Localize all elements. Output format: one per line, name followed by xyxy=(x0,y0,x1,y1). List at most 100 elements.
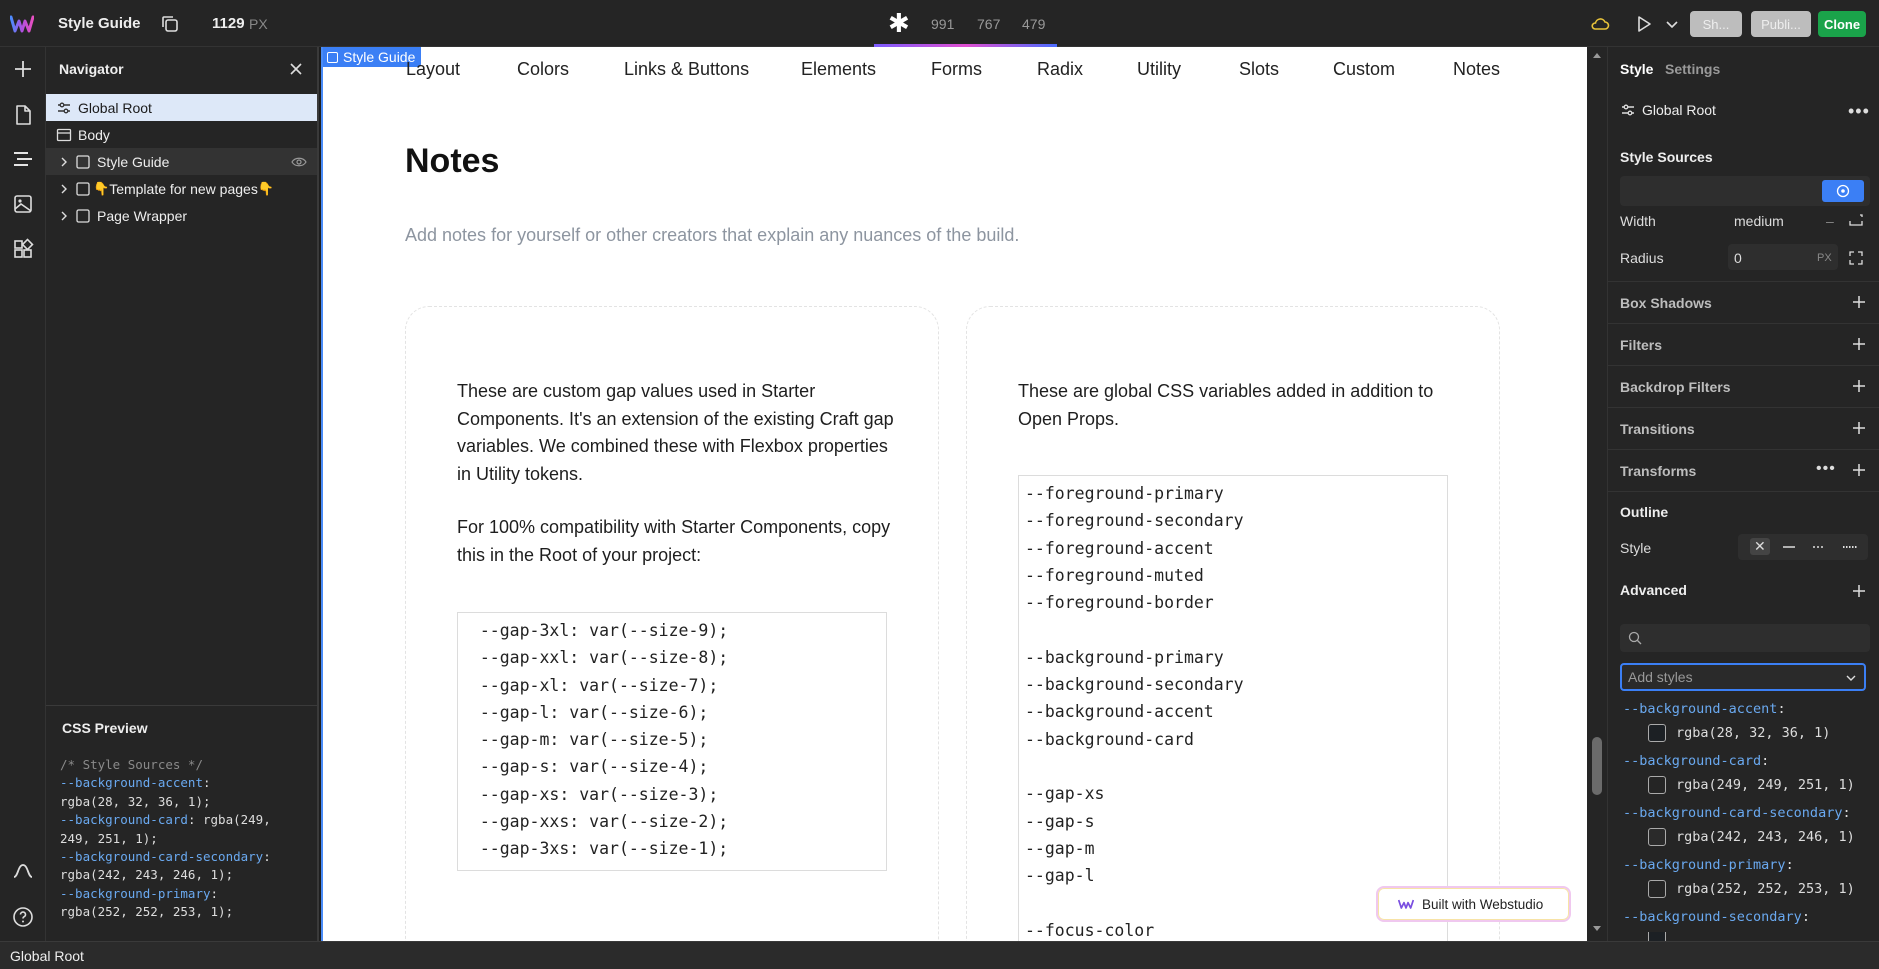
css-value: rgba(252, 252, 253, 1); xyxy=(60,904,234,920)
close-icon[interactable] xyxy=(288,61,304,77)
tree-item-body[interactable]: Body xyxy=(46,121,317,148)
css-preview-code[interactable]: /* Style Sources */ --background-accent:… xyxy=(60,756,271,922)
nav-link-layout[interactable]: Layout xyxy=(406,59,460,80)
tree-item-template[interactable]: 👇 Template for new pages 👇 xyxy=(46,175,317,202)
advanced-search-input[interactable] xyxy=(1620,624,1870,652)
pages-copy-icon[interactable] xyxy=(160,14,180,34)
plus-icon[interactable] xyxy=(1851,462,1867,478)
advanced-title[interactable]: Advanced xyxy=(1620,582,1687,598)
width-value[interactable]: medium xyxy=(1734,213,1784,229)
text-line: Components. It's an extension of the exi… xyxy=(457,408,894,429)
canvas[interactable]: Style Guide Layout Colors Links & Button… xyxy=(321,47,1587,941)
nav-link-radix[interactable]: Radix xyxy=(1037,59,1083,80)
chevron-down-icon[interactable] xyxy=(1844,671,1858,685)
nav-link-notes[interactable]: Notes xyxy=(1453,59,1500,80)
canvas-width-value[interactable]: 1129 xyxy=(212,15,245,32)
plus-icon[interactable] xyxy=(1851,294,1867,310)
section-box-shadows[interactable]: Box Shadows xyxy=(1608,281,1879,323)
breadcrumb[interactable]: Global Root xyxy=(10,948,84,964)
chevron-right-icon[interactable] xyxy=(57,182,71,196)
components-icon[interactable] xyxy=(11,237,35,261)
chevron-right-icon[interactable] xyxy=(57,155,71,169)
nav-link-elements[interactable]: Elements xyxy=(801,59,876,80)
color-swatch[interactable] xyxy=(1648,776,1666,794)
breakpoint-479[interactable]: 479 xyxy=(1022,16,1045,32)
help-icon[interactable] xyxy=(11,905,35,929)
cloud-sync-icon[interactable] xyxy=(1590,14,1610,34)
plus-icon[interactable] xyxy=(1851,420,1867,436)
tab-style[interactable]: Style xyxy=(1620,61,1653,77)
tree-item-page-wrapper[interactable]: Page Wrapper xyxy=(46,202,317,229)
plus-icon[interactable] xyxy=(1851,583,1867,599)
css-variable-value[interactable] xyxy=(1648,932,1676,941)
assets-image-icon[interactable] xyxy=(11,192,35,216)
breakpoint-991[interactable]: 991 xyxy=(931,16,954,32)
dotted-line-icon[interactable] xyxy=(1842,542,1858,552)
tree-item-style-guide[interactable]: Style Guide xyxy=(46,148,317,175)
nav-link-colors[interactable]: Colors xyxy=(517,59,569,80)
solid-line-icon[interactable] xyxy=(1782,542,1796,552)
scrollbar-thumb[interactable] xyxy=(1592,737,1602,795)
nav-link-custom[interactable]: Custom xyxy=(1333,59,1395,80)
share-button[interactable]: Sh... xyxy=(1690,11,1742,37)
radius-unit[interactable]: PX xyxy=(1817,252,1832,264)
nav-link-forms[interactable]: Forms xyxy=(931,59,982,80)
radius-corners-icon[interactable] xyxy=(1848,250,1864,266)
section-filters[interactable]: Filters xyxy=(1608,323,1879,365)
canvas-scrollbar[interactable] xyxy=(1587,47,1607,941)
publish-button[interactable]: Publi... xyxy=(1751,11,1811,37)
section-backdrop-filters[interactable]: Backdrop Filters xyxy=(1608,365,1879,407)
dashed-line-icon[interactable] xyxy=(1812,542,1826,552)
more-options-icon[interactable]: ••• xyxy=(1848,101,1870,122)
chevron-down-icon[interactable] xyxy=(1665,18,1679,32)
section-transforms[interactable]: Transforms ••• xyxy=(1608,449,1879,491)
css-variable-name[interactable]: --background-card: xyxy=(1623,753,1769,769)
pages-icon[interactable] xyxy=(11,103,35,127)
add-styles-input[interactable]: Add styles xyxy=(1620,663,1866,691)
ai-wave-icon[interactable] xyxy=(11,859,35,883)
outline-none-button[interactable]: ✕ xyxy=(1750,538,1770,555)
outline-title[interactable]: Outline xyxy=(1620,504,1668,520)
style-source-local-button[interactable] xyxy=(1822,180,1864,202)
navigator-icon[interactable] xyxy=(11,147,35,171)
add-icon[interactable] xyxy=(11,57,35,81)
css-variable-name[interactable]: --background-primary: xyxy=(1623,857,1794,873)
project-name[interactable]: Style Guide xyxy=(58,15,141,32)
breakpoint-767[interactable]: 767 xyxy=(977,16,1000,32)
radius-value[interactable]: 0 xyxy=(1734,250,1742,266)
color-swatch[interactable] xyxy=(1648,724,1666,742)
color-swatch[interactable] xyxy=(1648,828,1666,846)
css-variable-value[interactable]: rgba(252, 252, 253, 1) xyxy=(1648,880,1855,898)
css-variable-name[interactable]: --background-card-secondary: xyxy=(1623,805,1851,821)
css-variable-value[interactable]: rgba(249, 249, 251, 1) xyxy=(1648,776,1855,794)
css-variable-value[interactable]: rgba(28, 32, 36, 1) xyxy=(1648,724,1830,742)
nav-link-links-buttons[interactable]: Links & Buttons xyxy=(624,59,749,80)
clone-button[interactable]: Clone xyxy=(1818,11,1866,37)
eye-icon[interactable] xyxy=(291,154,307,170)
nav-link-slots[interactable]: Slots xyxy=(1239,59,1279,80)
section-label: Filters xyxy=(1620,337,1663,353)
color-swatch[interactable] xyxy=(1648,932,1666,941)
chevron-right-icon[interactable] xyxy=(57,209,71,223)
plus-icon[interactable] xyxy=(1851,378,1867,394)
color-swatch[interactable] xyxy=(1648,880,1666,898)
built-with-webstudio-badge[interactable]: Built with Webstudio xyxy=(1376,886,1571,922)
css-variable-value[interactable]: rgba(242, 243, 246, 1) xyxy=(1648,828,1855,846)
more-options-icon[interactable]: ••• xyxy=(1816,460,1836,478)
tree-item-global-root[interactable]: Global Root xyxy=(46,94,317,121)
scroll-up-icon[interactable] xyxy=(1592,51,1602,59)
gap-code-block[interactable]: --gap-3xl: var(--size-9); --gap-xxl: var… xyxy=(457,612,887,871)
preview-play-icon[interactable] xyxy=(1635,15,1653,33)
webstudio-logo-icon[interactable] xyxy=(10,12,34,36)
width-sides-icon[interactable] xyxy=(1848,213,1864,227)
section-transitions[interactable]: Transitions xyxy=(1608,407,1879,449)
base-breakpoint-icon[interactable]: ✱ xyxy=(888,9,910,37)
tree-item-label: Page Wrapper xyxy=(97,207,188,224)
plus-icon[interactable] xyxy=(1851,336,1867,352)
tab-settings[interactable]: Settings xyxy=(1665,61,1720,77)
css-variable-name[interactable]: --background-accent: xyxy=(1623,701,1786,717)
scroll-down-icon[interactable] xyxy=(1592,925,1602,933)
css-variable-name[interactable]: --background-secondary: xyxy=(1623,909,1810,925)
nav-link-utility[interactable]: Utility xyxy=(1137,59,1181,80)
variables-code-block[interactable]: --foreground-primary --foreground-seconda… xyxy=(1018,475,1448,941)
